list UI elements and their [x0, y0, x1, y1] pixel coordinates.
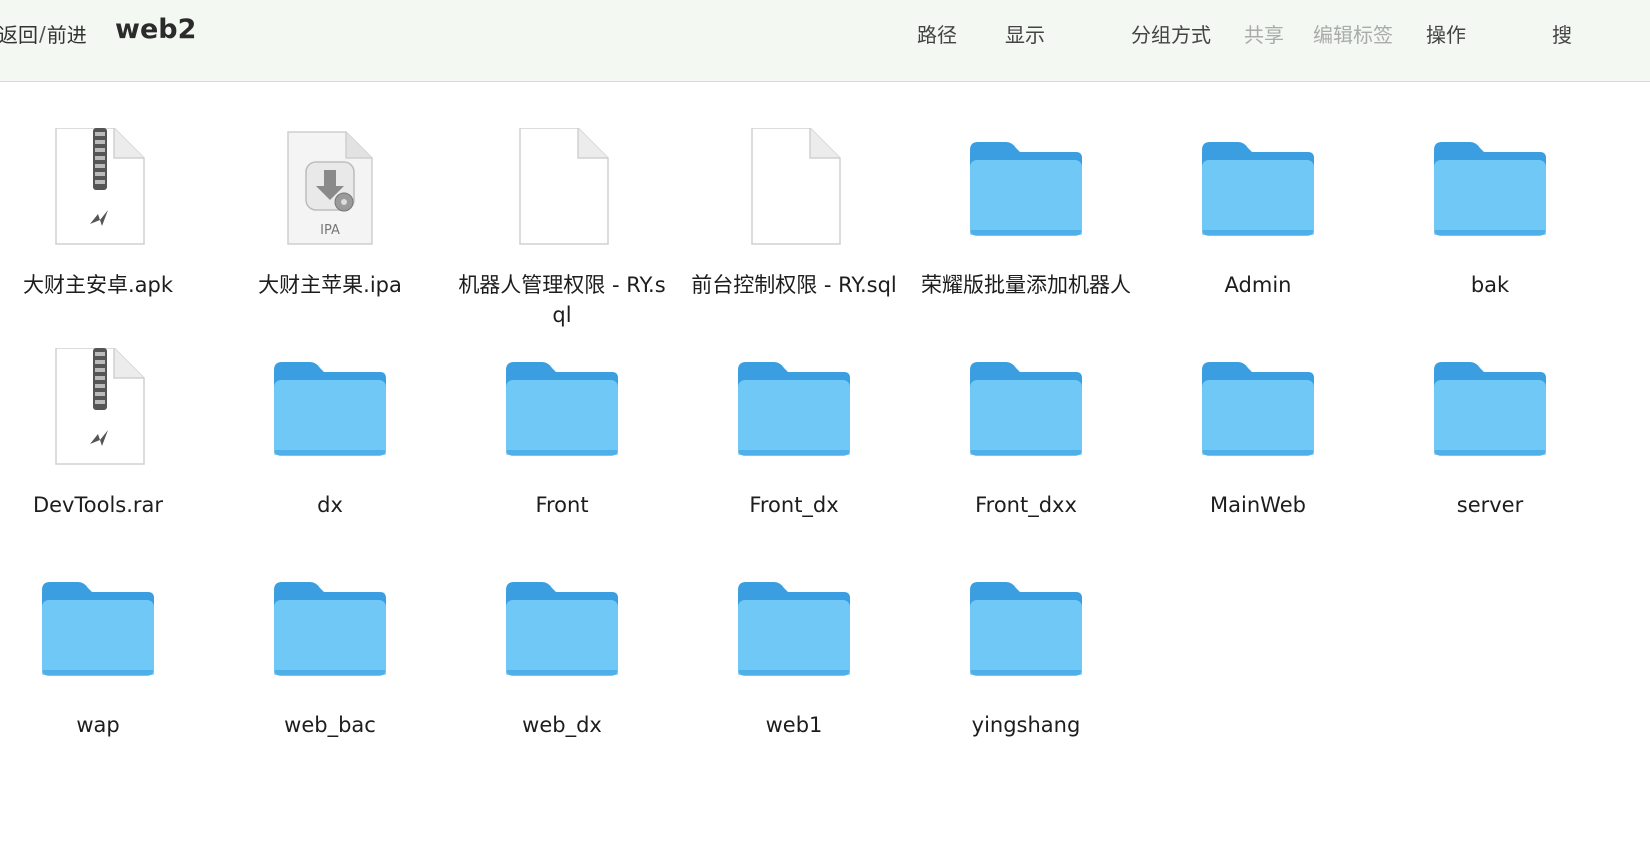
archive-file-icon	[38, 128, 158, 248]
folder-icon	[1198, 128, 1318, 248]
folder-icon	[1430, 348, 1550, 468]
grid-item-folder[interactable]: bak	[1374, 90, 1606, 310]
folder-icon	[734, 348, 854, 468]
folder-name: wap	[76, 713, 120, 737]
grid-item-folder[interactable]: dx	[214, 310, 446, 530]
file-name: 前台控制权限 - RY.sql	[691, 273, 897, 297]
back-forward-control[interactable]: 返回 / 前进	[0, 19, 87, 48]
grid-item-sql-1[interactable]: 机器人管理权限 - RY.sql	[446, 90, 678, 327]
folder-name: web_bac	[284, 713, 376, 737]
folder-icon	[966, 128, 1086, 248]
path-button[interactable]: 路径	[917, 19, 957, 48]
grid-item-ipa[interactable]: IPA 大财主苹果.ipa	[214, 90, 446, 310]
back-button[interactable]: 返回	[0, 19, 38, 48]
folder-icon	[270, 348, 390, 468]
folder-icon	[502, 568, 622, 688]
folder-name: Front_dx	[749, 493, 839, 517]
grid-item-folder[interactable]: yingshang	[910, 530, 1142, 750]
folder-name: server	[1456, 493, 1524, 517]
grid-item-folder[interactable]: Front_dx	[678, 310, 910, 530]
grid-item-folder[interactable]: web1	[678, 530, 910, 750]
file-name: 大财主安卓.apk	[22, 273, 174, 297]
folder-icon	[1430, 128, 1550, 248]
grid-item-folder[interactable]: wap	[0, 530, 214, 750]
nav-separator: /	[39, 21, 46, 46]
folder-name: Admin	[1224, 273, 1292, 297]
folder-name: dx	[317, 493, 343, 517]
grid-item-folder[interactable]: MainWeb	[1142, 310, 1374, 530]
grid-item-folder[interactable]: Admin	[1142, 90, 1374, 310]
folder-icon	[966, 568, 1086, 688]
share-button[interactable]: 共享	[1244, 19, 1284, 48]
folder-name: bak	[1470, 273, 1510, 297]
document-file-icon	[502, 128, 622, 248]
folder-icon	[966, 348, 1086, 468]
folder-icon	[734, 568, 854, 688]
grid-item-rar[interactable]: DevTools.rar	[0, 310, 214, 530]
toolbar: 返回 / 前进 web2 路径 显示 分组方式 共享 编辑标签 操作 搜	[0, 0, 1650, 82]
folder-name: 荣耀版批量添加机器人	[921, 273, 1131, 297]
folder-name: web_dx	[522, 713, 602, 737]
grid-item-sql-2[interactable]: 前台控制权限 - RY.sql	[678, 90, 910, 310]
edit-tags-button[interactable]: 编辑标签	[1313, 19, 1393, 48]
folder-icon	[502, 348, 622, 468]
folder-icon	[38, 568, 158, 688]
ipa-badge: IPA	[320, 223, 340, 238]
folder-icon	[270, 568, 390, 688]
grid-item-folder[interactable]: web_bac	[214, 530, 446, 750]
file-name: DevTools.rar	[32, 493, 164, 517]
action-button[interactable]: 操作	[1426, 19, 1466, 48]
search-button[interactable]: 搜	[1552, 19, 1572, 48]
grid-item-apk[interactable]: 大财主安卓.apk	[0, 90, 214, 310]
folder-name: web1	[765, 713, 823, 737]
view-button[interactable]: 显示	[1005, 19, 1045, 48]
folder-name: Front_dxx	[975, 493, 1077, 517]
folder-name: yingshang	[971, 713, 1081, 737]
grid-item-folder[interactable]: server	[1374, 310, 1606, 530]
folder-icon	[1198, 348, 1318, 468]
grid-item-folder[interactable]: Front_dxx	[910, 310, 1142, 530]
folder-name: Front	[535, 493, 589, 517]
grid-item-folder[interactable]: Front	[446, 310, 678, 530]
forward-button[interactable]: 前进	[47, 19, 87, 48]
grid-item-folder[interactable]: web_dx	[446, 530, 678, 750]
archive-file-icon	[38, 348, 158, 468]
file-name: 大财主苹果.ipa	[258, 273, 402, 297]
document-file-icon	[734, 128, 854, 248]
window-title: web2	[115, 14, 197, 45]
folder-name: MainWeb	[1210, 493, 1306, 517]
grid-item-folder[interactable]: 荣耀版批量添加机器人	[910, 90, 1142, 310]
group-by-button[interactable]: 分组方式	[1131, 19, 1211, 48]
